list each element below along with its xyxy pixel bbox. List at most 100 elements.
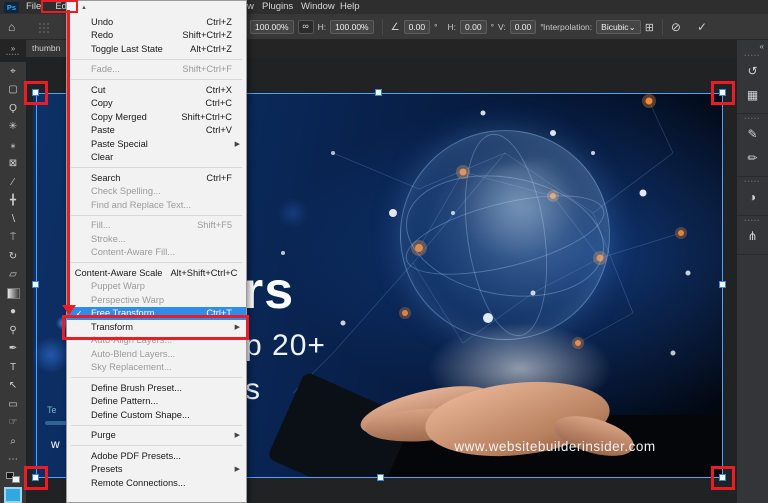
- menu-item-find-and-replace-text[interactable]: Find and Replace Text...: [67, 198, 246, 212]
- document-tab[interactable]: thumbn: [26, 40, 70, 57]
- menu-item-define-pattern[interactable]: Define Pattern...: [67, 395, 246, 409]
- dodge-tool[interactable]: ⚲: [2, 321, 24, 340]
- brush-settings-panel-icon[interactable]: ✎: [737, 122, 768, 146]
- menu-item-label: Redo: [91, 30, 174, 40]
- height-scale-input[interactable]: 100.00%: [330, 20, 374, 34]
- menu-item-fill[interactable]: Fill...Shift+F5: [67, 219, 246, 233]
- menu-item-define-brush-preset[interactable]: Define Brush Preset...: [67, 381, 246, 395]
- menu-item-sky-replacement[interactable]: Sky Replacement...: [67, 361, 246, 375]
- eraser-tool[interactable]: ▱: [2, 266, 24, 285]
- menu-item-copy[interactable]: CopyCtrl+C: [67, 97, 246, 111]
- brush-tool[interactable]: ∖: [2, 210, 24, 229]
- width-scale-input[interactable]: 100.00%: [250, 20, 294, 34]
- menu-separator: [71, 167, 242, 168]
- interpolation-label: Interpolation:: [543, 22, 592, 32]
- reference-point-icon[interactable]: [38, 22, 49, 33]
- spot-healing-tool[interactable]: ╋: [2, 192, 24, 211]
- menu-item-toggle-last-state[interactable]: Toggle Last StateAlt+Ctrl+Z: [67, 42, 246, 56]
- quick-selection-tool[interactable]: ✳: [2, 118, 24, 137]
- menu-item-fade[interactable]: Fade...Shift+Ctrl+F: [67, 63, 246, 77]
- menu-item-label: Cut: [91, 85, 198, 95]
- pen-tool[interactable]: ✒: [2, 340, 24, 359]
- menu-item-label: Paste Special: [91, 139, 224, 149]
- menu-item-purge[interactable]: Purge▶: [67, 429, 246, 443]
- interpolation-dropdown[interactable]: Bicubic ⌄: [596, 20, 641, 34]
- menu-item-search[interactable]: SearchCtrl+F: [67, 171, 246, 185]
- menu-item-stroke[interactable]: Stroke...: [67, 232, 246, 246]
- path-selection-tool[interactable]: ↖: [2, 377, 24, 396]
- type-tool[interactable]: T: [2, 358, 24, 377]
- menu-item-copy-merged[interactable]: Copy MergedShift+Ctrl+C: [67, 110, 246, 124]
- handle-middle-right[interactable]: [719, 281, 726, 288]
- maintain-aspect-link-icon[interactable]: ∞: [298, 20, 314, 34]
- h-skew-input[interactable]: 0.00: [460, 20, 487, 34]
- menu-item-paste[interactable]: PasteCtrl+V: [67, 124, 246, 138]
- menu-item-puppet-warp[interactable]: Puppet Warp: [67, 280, 246, 294]
- foreground-color-swatch[interactable]: [4, 487, 22, 503]
- menu-help[interactable]: Help: [340, 0, 360, 14]
- history-panel-icon[interactable]: ↺: [737, 59, 768, 83]
- menu-scroll-up-icon[interactable]: ▲: [67, 1, 246, 15]
- menu-item-content-aware-fill[interactable]: Content-Aware Fill...: [67, 246, 246, 260]
- menu-item-label: Find and Replace Text...: [91, 200, 224, 210]
- crop-tool[interactable]: ⊠: [2, 155, 24, 174]
- handle-middle-left[interactable]: [32, 281, 39, 288]
- hand-tool[interactable]: ☞: [2, 414, 24, 433]
- toolbar-header[interactable]: » •••••: [0, 44, 26, 62]
- menu-item-redo[interactable]: RedoShift+Ctrl+Z: [67, 29, 246, 43]
- swap-color-swatches[interactable]: [6, 472, 20, 483]
- blur-tool[interactable]: ●: [2, 303, 24, 322]
- menu-window[interactable]: Window: [301, 0, 335, 14]
- annotation-box-handle: [24, 466, 48, 490]
- menu-item-remote-connections[interactable]: Remote Connections...: [67, 476, 246, 490]
- zoom-tool[interactable]: ⌕: [2, 432, 24, 451]
- annotation-arrow-line: [67, 10, 70, 306]
- menu-item-clear[interactable]: Clear: [67, 151, 246, 165]
- menu-item-paste-special[interactable]: Paste Special▶: [67, 137, 246, 151]
- history-brush-tool[interactable]: ↻: [2, 247, 24, 266]
- menu-item-shortcut: Alt+Shift+Ctrl+C: [170, 268, 237, 278]
- home-icon[interactable]: ⌂: [8, 20, 15, 34]
- move-tool[interactable]: ⌖: [2, 62, 24, 81]
- menu-item-shortcut: Shift+Ctrl+F: [182, 64, 232, 74]
- paths-panel-icon[interactable]: ⋔: [737, 224, 768, 248]
- handle-top-middle[interactable]: [375, 89, 382, 96]
- shape-tool[interactable]: ▭: [2, 395, 24, 414]
- menu-item-label: Presets: [91, 464, 224, 474]
- libraries-panel-icon[interactable]: ▦: [737, 83, 768, 107]
- v-skew-label: V:: [498, 22, 506, 32]
- gradient-tool[interactable]: [2, 284, 24, 303]
- menu-item-define-custom-shape[interactable]: Define Custom Shape...: [67, 408, 246, 422]
- eyedropper-tool[interactable]: ∕: [2, 173, 24, 192]
- commit-transform-icon[interactable]: ✓: [697, 20, 707, 34]
- panel-group: •••••↺▦: [737, 51, 768, 114]
- menu-item-cut[interactable]: CutCtrl+X: [67, 83, 246, 97]
- clone-stamp-tool[interactable]: ⍑: [2, 229, 24, 248]
- menu-item-presets[interactable]: Presets▶: [67, 463, 246, 477]
- menu-item-label: Stroke...: [91, 234, 224, 244]
- menu-item-shortcut: Alt+Ctrl+Z: [190, 44, 232, 54]
- menu-item-perspective-warp[interactable]: Perspective Warp: [67, 293, 246, 307]
- menu-item-auto-blend-layers[interactable]: Auto-Blend Layers...: [67, 347, 246, 361]
- menu-item-check-spelling[interactable]: Check Spelling...: [67, 185, 246, 199]
- cancel-transform-icon[interactable]: ⊘: [671, 20, 681, 34]
- menu-item-label: Purge: [91, 430, 224, 440]
- menu-plugins[interactable]: Plugins: [262, 0, 293, 14]
- panel-group: •••••✎✏: [737, 114, 768, 177]
- rectangular-marquee-tool[interactable]: ▢: [2, 81, 24, 100]
- lasso-tool[interactable]: Ϙ: [2, 99, 24, 118]
- handle-bottom-middle[interactable]: [377, 474, 384, 481]
- annotation-box-handle: [24, 81, 48, 105]
- object-selection-tool[interactable]: ⁎: [2, 136, 24, 155]
- menu-item-content-aware-scale[interactable]: Content-Aware ScaleAlt+Shift+Ctrl+C: [67, 266, 246, 280]
- menu-view-partial[interactable]: w: [247, 0, 254, 14]
- warp-mode-icon[interactable]: ⊞: [645, 21, 654, 34]
- menu-item-adobe-pdf-presets[interactable]: Adobe PDF Presets...: [67, 449, 246, 463]
- more-tools[interactable]: ⋯: [2, 451, 24, 470]
- color-panel-icon[interactable]: ◑: [737, 185, 768, 209]
- menu-item-undo[interactable]: UndoCtrl+Z: [67, 15, 246, 29]
- brushes-panel-icon[interactable]: ✏: [737, 146, 768, 170]
- rotate-angle-input[interactable]: 0.00: [404, 20, 431, 34]
- collapse-panel-icon[interactable]: «: [737, 40, 768, 51]
- divider: [662, 19, 663, 35]
